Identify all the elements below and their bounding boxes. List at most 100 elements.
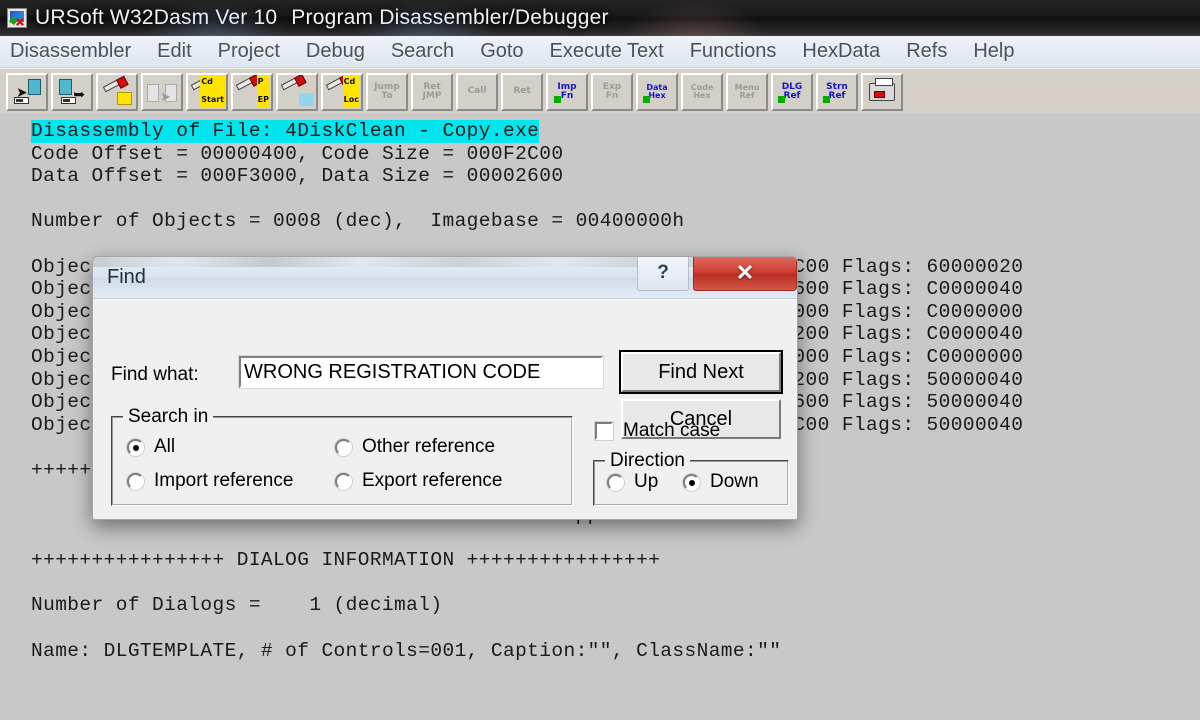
menu-item-edit[interactable]: Edit (144, 40, 204, 63)
match-case-label: Match case (623, 420, 721, 441)
help-icon[interactable]: ? (637, 257, 689, 291)
menu-references-button: Menu Ref (726, 72, 768, 111)
menu-item-search[interactable]: Search (378, 40, 467, 63)
radio-direction-up[interactable]: Up (607, 471, 658, 493)
goto-entry-point-label: P EP (257, 76, 269, 104)
disassembly-line: ++++++++++++++++ DIALOG INFORMATION ++++… (31, 549, 661, 572)
open-file-button[interactable]: ➤ (6, 72, 48, 111)
menu-item-functions[interactable]: Functions (677, 40, 790, 63)
disassembly-line: Number of Dialogs = 1 (decimal) (31, 594, 443, 617)
goto-page-button[interactable] (276, 72, 318, 111)
find-next-button[interactable]: Find Next (619, 350, 783, 394)
find-dialog-title: Find (107, 266, 146, 288)
data-hex-button[interactable]: Data Hex (636, 72, 678, 111)
goto-entry-point-button[interactable]: P EP (231, 72, 273, 111)
radio-search-in-other-reference[interactable]: Other reference (335, 436, 495, 458)
titlebar-blur-band (93, 257, 797, 267)
radio-search-in-all[interactable]: All (127, 436, 175, 458)
menu-item-help[interactable]: Help (960, 40, 1027, 63)
goto-code-location-label: Cd Loc (343, 76, 359, 104)
radio-search-in-import-reference[interactable]: Import reference (127, 470, 293, 492)
jump-to-button: Jump To (366, 72, 408, 111)
disassembly-selected-line: Disassembly of File: 4DiskClean - Copy.e… (31, 120, 540, 143)
radio-search-in-export-reference[interactable]: Export reference (335, 470, 502, 492)
enabled-indicator-icon (823, 95, 830, 103)
goto-code-start-button[interactable]: Cd Start (186, 72, 228, 111)
enabled-indicator-icon (554, 95, 561, 103)
document-icon (28, 78, 41, 95)
jump-to-label: Jump To (374, 81, 400, 101)
import-functions-button[interactable]: Imp Fn (546, 72, 588, 111)
page-left-icon (147, 83, 159, 102)
entry-point-badge: P EP (256, 74, 270, 107)
radio-dot-icon (607, 473, 624, 491)
radio-dot-icon (683, 473, 700, 491)
match-case-checkbox[interactable]: Match case (595, 420, 720, 442)
radio-search-in-other-reference-label: Other reference (362, 436, 496, 457)
arrow-right-icon: ➤ (16, 83, 28, 100)
code-grid-icon (117, 91, 132, 105)
menu-item-project[interactable]: Project (205, 40, 293, 63)
goto-code-location-button[interactable]: Cd Loc (321, 72, 363, 111)
export-functions-label: Exp Fn (602, 81, 622, 101)
enabled-indicator-icon (643, 95, 650, 103)
arrow-right-icon: ➤ (160, 88, 171, 104)
app-icon (7, 8, 27, 28)
radio-direction-down[interactable]: Down (683, 471, 759, 493)
call-label: Call (467, 86, 487, 96)
disassembly-line: Number of Objects = 0008 (dec), Imagebas… (31, 210, 685, 233)
radio-direction-down-label: Down (710, 471, 759, 492)
close-icon[interactable]: ✕ (693, 257, 797, 291)
arrow-down-icon: ➥ (73, 85, 85, 102)
w32dasm-window: URSoft W32Dasm Ver 10 Program Disassemble… (0, 0, 1200, 720)
window-titlebar: URSoft W32Dasm Ver 10 Program Disassemble… (0, 0, 1200, 36)
return-from-jump-button: Ret JMP (411, 72, 453, 111)
window-title-description: Program Disassembler/Debugger (291, 6, 609, 29)
wand-icon (235, 75, 257, 90)
menu-bar: Disassembler Edit Project Debug Search G… (0, 36, 1200, 68)
menu-item-disassembler[interactable]: Disassembler (0, 40, 144, 63)
find-what-input[interactable]: WRONG REGISTRATION CODE (238, 355, 604, 389)
printer-icon (869, 77, 895, 101)
window-title-app: URSoft W32Dasm Ver 10 (35, 6, 278, 29)
document-icon (59, 78, 72, 95)
radio-search-in-import-reference-label: Import reference (154, 470, 294, 491)
disassemble-button[interactable] (96, 72, 138, 111)
call-button: Call (456, 72, 498, 111)
wand-icon (102, 77, 124, 92)
find-dialog: Find ? ✕ Find what: WRONG REGISTRATION C… (92, 256, 798, 520)
find-dialog-titlebar[interactable]: Find ? ✕ (93, 257, 797, 299)
menu-item-hexdata[interactable]: HexData (789, 40, 893, 63)
find-dialog-body: Find what: WRONG REGISTRATION CODE Find … (93, 299, 797, 519)
checkbox-icon (595, 422, 613, 440)
find-what-label: Find what: (111, 364, 199, 385)
titlebar-glow (620, 0, 770, 36)
page-badge (299, 92, 314, 106)
menu-item-refs[interactable]: Refs (893, 40, 960, 63)
return-from-jump-label: Ret JMP (422, 81, 442, 101)
menu-item-execute-text[interactable]: Execute Text (537, 40, 677, 63)
save-file-button[interactable]: ➥ (51, 72, 93, 111)
direction-group: Direction Up Down (593, 450, 789, 506)
window-title: URSoft W32Dasm Ver 10 Program Disassemble… (35, 6, 609, 30)
load-process-button: ➤ (141, 72, 183, 111)
wand-icon (280, 75, 302, 90)
radio-dot-icon (127, 438, 144, 456)
print-button[interactable] (861, 72, 903, 111)
code-hex-label: Code Hex (690, 82, 714, 100)
code-hex-button: Code Hex (681, 72, 723, 111)
disassembly-line: Name: DLGTEMPLATE, # of Controls=001, Ca… (31, 639, 782, 662)
menu-references-label: Menu Ref (734, 82, 760, 100)
return-from-call-button: Ret (501, 72, 543, 111)
code-start-badge: Cd Start (200, 74, 225, 107)
disassembly-line: Data Offset = 000F3000, Data Size = 0000… (31, 165, 564, 188)
menu-item-goto[interactable]: Goto (467, 40, 536, 63)
search-in-group: Search in All Other reference Import ref… (111, 406, 573, 506)
dialog-references-button[interactable]: DLG Ref (771, 72, 813, 111)
menu-item-debug[interactable]: Debug (293, 40, 378, 63)
radio-direction-up-label: Up (634, 471, 659, 492)
string-references-button[interactable]: Strn Ref (816, 72, 858, 111)
goto-code-start-label: Cd Start (201, 76, 224, 104)
enabled-indicator-icon (778, 95, 785, 103)
radio-dot-icon (335, 438, 352, 456)
